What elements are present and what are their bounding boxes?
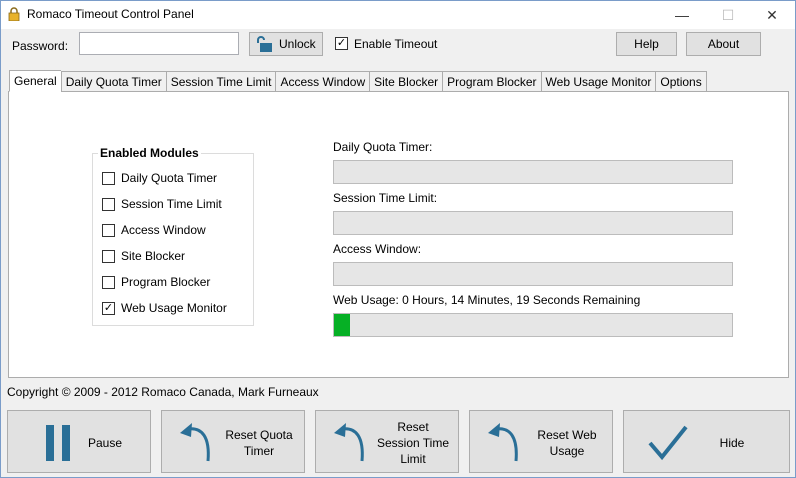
tab-options[interactable]: Options [655, 71, 707, 92]
checkmark-icon [648, 425, 688, 461]
minimize-button[interactable]: — [659, 1, 705, 29]
hide-label: Hide [719, 436, 745, 450]
module-label: Session Time Limit [121, 197, 222, 211]
hide-button[interactable]: Hide [623, 410, 790, 473]
module-checkbox[interactable] [102, 171, 115, 185]
reset-web-usage-label: Reset Web Usage [520, 427, 614, 459]
module-checkbox[interactable]: ✓ [102, 301, 115, 315]
tab-general[interactable]: General [9, 70, 61, 92]
enabled-modules-group: Enabled Modules Daily Quota Timer Session… [92, 146, 254, 326]
window-title: Romaco Timeout Control Panel [27, 7, 194, 21]
module-web-usage-monitor[interactable]: ✓ Web Usage Monitor [102, 300, 227, 316]
tab-web-usage-monitor[interactable]: Web Usage Monitor [540, 71, 656, 92]
unlock-icon [257, 36, 272, 52]
reset-quota-label-line2: Timer [243, 444, 275, 458]
undo-arrow-icon [488, 423, 518, 462]
password-label: Password: [12, 39, 69, 53]
status-progress-bar [333, 262, 733, 286]
module-program-blocker[interactable]: Program Blocker [102, 274, 210, 290]
module-checkbox[interactable] [102, 197, 115, 211]
tab-strip: General Daily Quota Timer Session Time Lim… [9, 70, 707, 92]
reset-quota-timer-button[interactable]: Reset Quota Timer [161, 410, 305, 473]
status-label: Session Time Limit: [333, 191, 438, 205]
module-checkbox[interactable] [102, 275, 115, 289]
reset-session-label-line3: Limit [400, 452, 426, 466]
enabled-modules-title: Enabled Modules [98, 146, 201, 160]
reset-web-label-line1: Reset Web [537, 428, 597, 442]
status-label: Web Usage: 0 Hours, 14 Minutes, 19 Secon… [333, 293, 641, 307]
pause-button[interactable]: Pause [7, 410, 151, 473]
reset-quota-label: Reset Quota Timer [212, 427, 306, 459]
reset-quota-label-line1: Reset Quota [225, 428, 293, 442]
module-daily-quota-timer[interactable]: Daily Quota Timer [102, 170, 217, 186]
module-site-blocker[interactable]: Site Blocker [102, 248, 185, 264]
help-button[interactable]: Help [616, 32, 677, 56]
lock-icon [8, 7, 20, 21]
general-tab-panel: Enabled Modules Daily Quota Timer Session… [8, 91, 789, 378]
tab-site-blocker[interactable]: Site Blocker [369, 71, 443, 92]
undo-arrow-icon [334, 423, 364, 462]
status-progress-bar [333, 160, 733, 184]
about-button[interactable]: About [686, 32, 761, 56]
tab-program-blocker[interactable]: Program Blocker [442, 71, 541, 92]
close-button[interactable]: ✕ [749, 1, 795, 29]
module-session-time-limit[interactable]: Session Time Limit [102, 196, 222, 212]
tab-session-time-limit[interactable]: Session Time Limit [165, 71, 276, 92]
module-checkbox[interactable] [102, 249, 115, 263]
reset-session-label: Reset Session Time Limit [366, 419, 460, 467]
progress-fill [334, 314, 350, 336]
module-label: Web Usage Monitor [121, 301, 227, 315]
enable-timeout-checkbox[interactable]: ✓ [335, 37, 348, 50]
undo-arrow-icon [180, 423, 210, 462]
maximize-button[interactable]: ☐ [705, 1, 751, 29]
module-checkbox[interactable] [102, 223, 115, 237]
copyright-text: Copyright © 2009 - 2012 Romaco Canada, M… [7, 385, 319, 399]
status-label: Daily Quota Timer: [333, 140, 433, 154]
unlock-label: Unlock [279, 37, 316, 51]
pause-icon [46, 425, 70, 461]
reset-session-label-line1: Reset [397, 420, 429, 434]
module-label: Program Blocker [121, 275, 211, 289]
status-progress-bar [333, 211, 733, 235]
module-label: Site Blocker [121, 249, 186, 263]
module-label: Access Window [121, 223, 206, 237]
main-window: Romaco Timeout Control Panel — ☐ ✕ Passw… [0, 0, 796, 478]
tab-access-window[interactable]: Access Window [275, 71, 370, 92]
unlock-button[interactable]: Unlock [249, 32, 323, 56]
pause-label: Pause [87, 436, 123, 450]
module-label: Daily Quota Timer [121, 171, 218, 185]
enable-timeout-label: Enable Timeout [354, 37, 438, 51]
reset-web-usage-button[interactable]: Reset Web Usage [469, 410, 613, 473]
reset-web-label-line2: Usage [549, 444, 585, 458]
tab-daily-quota-timer[interactable]: Daily Quota Timer [60, 71, 166, 92]
reset-session-time-limit-button[interactable]: Reset Session Time Limit [315, 410, 459, 473]
reset-session-label-line2: Session Time [376, 436, 450, 450]
status-progress-bar [333, 313, 733, 337]
title-bar: Romaco Timeout Control Panel — ☐ ✕ [1, 1, 795, 29]
module-access-window[interactable]: Access Window [102, 222, 206, 238]
password-field[interactable] [79, 32, 239, 55]
status-label: Access Window: [333, 242, 422, 256]
